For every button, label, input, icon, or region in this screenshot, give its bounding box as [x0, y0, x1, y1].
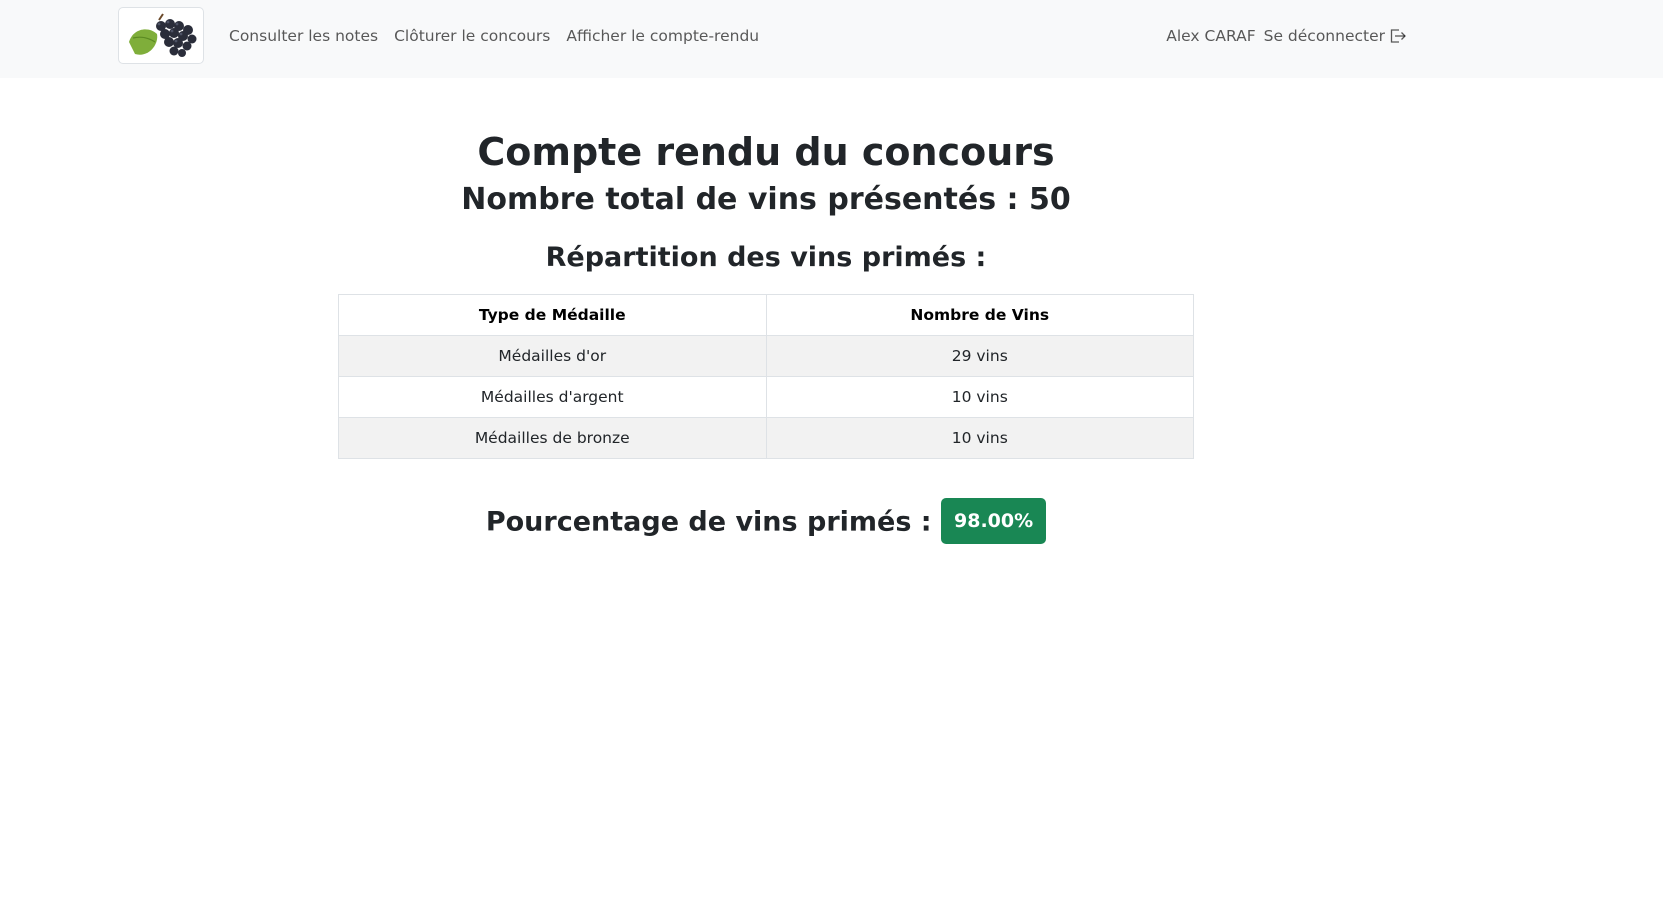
grapes-logo-icon — [129, 13, 197, 57]
logout-label: Se déconnecter — [1263, 27, 1385, 45]
wine-count-cell: 10 vins — [765, 376, 1194, 418]
wine-count-cell: 29 vins — [765, 335, 1194, 377]
user-name: Alex CARAF — [1166, 27, 1256, 45]
nav-cloturer-concours[interactable]: Clôturer le concours — [394, 27, 550, 45]
wine-count-cell: 10 vins — [765, 417, 1194, 459]
report-section: Compte rendu du concours Nombre total de… — [0, 78, 1532, 544]
total-wines-label: Nombre total de vins présentés : — [461, 182, 1019, 217]
total-wines: Nombre total de vins présentés : 50 — [0, 180, 1532, 220]
awarded-percentage-label: Pourcentage de vins primés : — [485, 506, 932, 538]
navbar: Consulter les notes Clôturer le concours… — [0, 0, 1663, 78]
total-wines-value: 50 — [1028, 182, 1071, 217]
brand-logo[interactable] — [118, 7, 204, 64]
awarded-percentage-badge: 98.00% — [941, 498, 1047, 544]
logout-icon — [1390, 29, 1406, 43]
medal-type-cell: Médailles d'argent — [338, 376, 767, 418]
awarded-percentage: Pourcentage de vins primés : 98.00% — [0, 498, 1532, 546]
table-header-row: Type de Médaille Nombre de Vins — [338, 294, 1194, 336]
user-area: Alex CARAF Se déconnecter — [1166, 0, 1407, 72]
medal-type-cell: Médailles de bronze — [338, 417, 767, 459]
table-row: Médailles d'or 29 vins — [338, 335, 1194, 377]
medals-table: Type de Médaille Nombre de Vins Médaille… — [338, 294, 1194, 459]
page-title: Compte rendu du concours — [477, 130, 1055, 174]
nav-consulter-notes[interactable]: Consulter les notes — [229, 27, 378, 45]
nav-afficher-compte-rendu[interactable]: Afficher le compte-rendu — [566, 27, 759, 45]
logout-link[interactable]: Se déconnecter — [1264, 27, 1407, 45]
column-header-wine-count: Nombre de Vins — [765, 294, 1194, 336]
column-header-medal-type: Type de Médaille — [338, 294, 767, 336]
nav-links: Consulter les notes Clôturer le concours… — [229, 0, 775, 72]
medal-type-cell: Médailles d'or — [338, 335, 767, 377]
table-row: Médailles d'argent 10 vins — [338, 376, 1194, 418]
distribution-title: Répartition des vins primés : — [545, 242, 987, 273]
table-row: Médailles de bronze 10 vins — [338, 417, 1194, 459]
